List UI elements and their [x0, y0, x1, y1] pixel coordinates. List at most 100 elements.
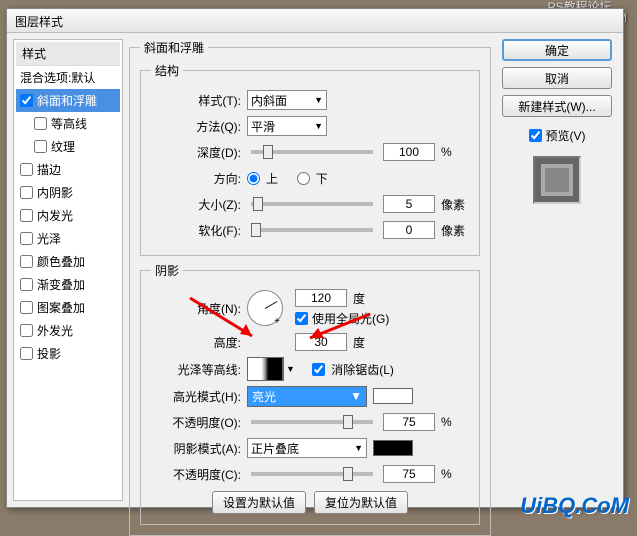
- style-label: 描边: [37, 161, 61, 178]
- shadow-color-swatch[interactable]: [373, 440, 413, 456]
- size-unit: 像素: [441, 196, 469, 213]
- technique-dropdown[interactable]: 平滑▼: [247, 116, 327, 136]
- antialias-label: 消除锯齿(L): [331, 361, 394, 378]
- size-slider[interactable]: [251, 202, 373, 206]
- direction-down-radio[interactable]: [297, 172, 310, 185]
- gloss-contour-picker[interactable]: ▼: [247, 357, 297, 381]
- drop-shadow-checkbox[interactable]: [20, 347, 33, 360]
- satin-checkbox[interactable]: [20, 232, 33, 245]
- inner-shadow-checkbox[interactable]: [20, 186, 33, 199]
- layer-style-dialog: 图层样式 样式 混合选项:默认 斜面和浮雕 等高线 纹理 描边 内阴影 内发光 …: [6, 8, 624, 508]
- preview-checkbox[interactable]: [529, 129, 542, 142]
- highlight-opacity-input[interactable]: [383, 413, 435, 431]
- highlight-opacity-label: 不透明度(O):: [151, 414, 241, 431]
- shading-fieldset: 阴影 角度(N): 度 使用全局光(G): [140, 262, 480, 525]
- style-pattern-overlay[interactable]: 图案叠加: [16, 296, 120, 319]
- style-bevel-emboss[interactable]: 斜面和浮雕: [16, 89, 120, 112]
- style-drop-shadow[interactable]: 投影: [16, 342, 120, 365]
- gradient-overlay-checkbox[interactable]: [20, 278, 33, 291]
- shadow-opacity-input[interactable]: [383, 465, 435, 483]
- altitude-input[interactable]: [295, 333, 347, 351]
- style-label: 内阴影: [37, 184, 73, 201]
- style-gradient-overlay[interactable]: 渐变叠加: [16, 273, 120, 296]
- style-label: 颜色叠加: [37, 253, 85, 270]
- preview-label: 预览(V): [546, 127, 586, 144]
- chevron-down-icon: ▼: [314, 121, 323, 131]
- style-color-overlay[interactable]: 颜色叠加: [16, 250, 120, 273]
- highlight-opacity-unit: %: [441, 415, 469, 429]
- highlight-color-swatch[interactable]: [373, 388, 413, 404]
- stroke-checkbox[interactable]: [20, 163, 33, 176]
- altitude-unit: 度: [353, 334, 365, 351]
- style-texture[interactable]: 纹理: [16, 135, 120, 158]
- shading-legend: 阴影: [151, 262, 183, 279]
- ok-button[interactable]: 确定: [502, 39, 612, 61]
- shadow-mode-dropdown[interactable]: 正片叠底▼: [247, 438, 367, 458]
- highlight-mode-dropdown[interactable]: 亮光▼: [247, 386, 367, 407]
- bevel-checkbox[interactable]: [20, 94, 33, 107]
- chevron-down-icon: ▼: [354, 443, 363, 453]
- bevel-fieldset: 斜面和浮雕 结构 样式(T): 内斜面▼ 方法(Q): 平滑▼ 深度(D):: [129, 39, 491, 536]
- window-title: 图层样式: [7, 9, 623, 33]
- styles-list: 样式 混合选项:默认 斜面和浮雕 等高线 纹理 描边 内阴影 内发光 光泽 颜色…: [13, 39, 123, 501]
- inner-glow-checkbox[interactable]: [20, 209, 33, 222]
- texture-checkbox[interactable]: [34, 140, 47, 153]
- style-label: 渐变叠加: [37, 276, 85, 293]
- gloss-contour-swatch: [247, 357, 283, 381]
- size-label: 大小(Z):: [151, 196, 241, 213]
- size-input[interactable]: [383, 195, 435, 213]
- highlight-mode-label: 高光模式(H):: [151, 388, 241, 405]
- style-inner-shadow[interactable]: 内阴影: [16, 181, 120, 204]
- style-dropdown[interactable]: 内斜面▼: [247, 90, 327, 110]
- style-contour[interactable]: 等高线: [16, 112, 120, 135]
- direction-label: 方向:: [151, 170, 241, 187]
- styles-header: 样式: [16, 42, 120, 66]
- chevron-down-icon: ▼: [314, 95, 323, 105]
- style-outer-glow[interactable]: 外发光: [16, 319, 120, 342]
- dialog-buttons-panel: 确定 取消 新建样式(W)... 预览(V): [497, 39, 617, 501]
- structure-fieldset: 结构 样式(T): 内斜面▼ 方法(Q): 平滑▼ 深度(D): %: [140, 62, 480, 256]
- angle-label: 角度(N):: [151, 300, 241, 317]
- direction-up-radio[interactable]: [247, 172, 260, 185]
- soften-input[interactable]: [383, 221, 435, 239]
- soften-slider[interactable]: [251, 228, 373, 232]
- preview-swatch: [533, 156, 581, 204]
- angle-unit: 度: [353, 290, 365, 307]
- cancel-button[interactable]: 取消: [502, 67, 612, 89]
- antialias-checkbox[interactable]: [312, 363, 325, 376]
- technique-label: 方法(Q):: [151, 118, 241, 135]
- global-light-checkbox[interactable]: [295, 312, 308, 325]
- depth-slider[interactable]: [251, 150, 373, 154]
- shadow-opacity-slider[interactable]: [251, 472, 373, 476]
- soften-label: 软化(F):: [151, 222, 241, 239]
- depth-unit: %: [441, 145, 469, 159]
- gloss-contour-label: 光泽等高线:: [151, 361, 241, 378]
- structure-legend: 结构: [151, 62, 183, 79]
- style-label: 光泽: [37, 230, 61, 247]
- style-satin[interactable]: 光泽: [16, 227, 120, 250]
- contour-checkbox[interactable]: [34, 117, 47, 130]
- shadow-mode-label: 阴影模式(A):: [151, 440, 241, 457]
- style-label: 外发光: [37, 322, 73, 339]
- angle-dial[interactable]: [247, 290, 283, 326]
- make-default-button[interactable]: 设置为默认值: [212, 491, 306, 514]
- pattern-overlay-checkbox[interactable]: [20, 301, 33, 314]
- style-label: 投影: [37, 345, 61, 362]
- reset-default-button[interactable]: 复位为默认值: [314, 491, 408, 514]
- style-label: 内发光: [37, 207, 73, 224]
- direction-up-label: 上: [266, 170, 278, 187]
- depth-input[interactable]: [383, 143, 435, 161]
- outer-glow-checkbox[interactable]: [20, 324, 33, 337]
- bevel-legend: 斜面和浮雕: [140, 39, 208, 56]
- new-style-button[interactable]: 新建样式(W)...: [502, 95, 612, 117]
- shadow-opacity-label: 不透明度(C):: [151, 466, 241, 483]
- style-label: 纹理: [51, 138, 75, 155]
- style-label: 样式(T):: [151, 92, 241, 109]
- angle-input[interactable]: [295, 289, 347, 307]
- blending-options-row[interactable]: 混合选项:默认: [16, 66, 120, 89]
- style-inner-glow[interactable]: 内发光: [16, 204, 120, 227]
- highlight-opacity-slider[interactable]: [251, 420, 373, 424]
- direction-down-label: 下: [316, 170, 328, 187]
- color-overlay-checkbox[interactable]: [20, 255, 33, 268]
- style-stroke[interactable]: 描边: [16, 158, 120, 181]
